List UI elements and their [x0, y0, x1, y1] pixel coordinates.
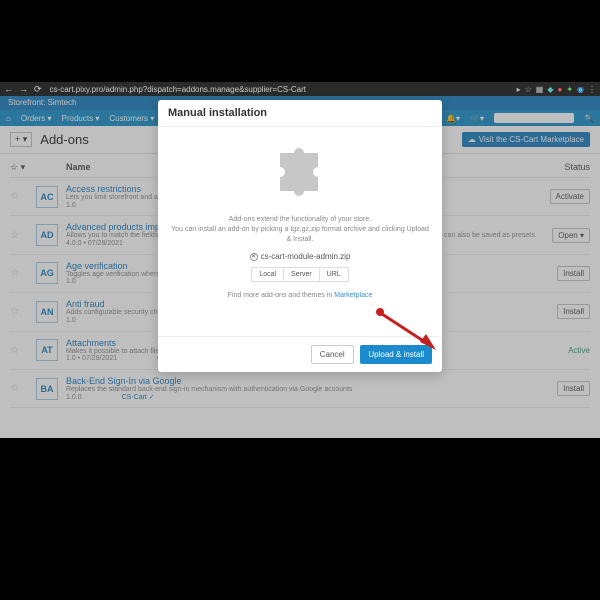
cancel-button[interactable]: Cancel [311, 345, 354, 364]
marketplace-link[interactable]: Marketplace [334, 292, 372, 299]
install-modal: Manual installation Add-ons extend the f… [158, 100, 442, 372]
source-tabs: Local Server URL [251, 267, 348, 282]
selected-filename: cs-cart-module-admin.zip [261, 252, 351, 261]
modal-title: Manual installation [158, 100, 442, 127]
puzzle-icon [262, 139, 338, 207]
address-bar[interactable]: cs-cart.pixy.pro/admin.php?dispatch=addo… [50, 85, 509, 94]
ext-icon[interactable]: ⋮ [588, 85, 596, 94]
remove-file-icon[interactable]: ✕ [250, 253, 258, 261]
reload-icon[interactable]: ⟳ [34, 84, 42, 95]
upload-install-button[interactable]: Upload & install [360, 345, 432, 364]
ext-icon[interactable]: ▦ [536, 85, 544, 94]
ext-icon[interactable]: ● [557, 85, 562, 94]
tab-server[interactable]: Server [284, 268, 320, 281]
ext-icon[interactable]: ◆ [547, 85, 553, 94]
tab-local[interactable]: Local [252, 268, 284, 281]
modal-desc-1: Add-ons extend the functionality of your… [170, 215, 430, 225]
ext-icon[interactable]: ☆ [525, 85, 532, 94]
back-icon[interactable]: ← [4, 84, 13, 95]
tab-url[interactable]: URL [320, 268, 348, 281]
modal-desc-2: You can install an add-on by picking a t… [170, 225, 430, 245]
ext-icon[interactable]: ✦ [566, 85, 573, 94]
forward-icon[interactable]: → [19, 84, 28, 95]
more-text: Find more add-ons and themes in [228, 292, 335, 299]
ext-icon[interactable]: ▸ [517, 85, 521, 94]
ext-icon[interactable]: ◉ [577, 85, 584, 94]
